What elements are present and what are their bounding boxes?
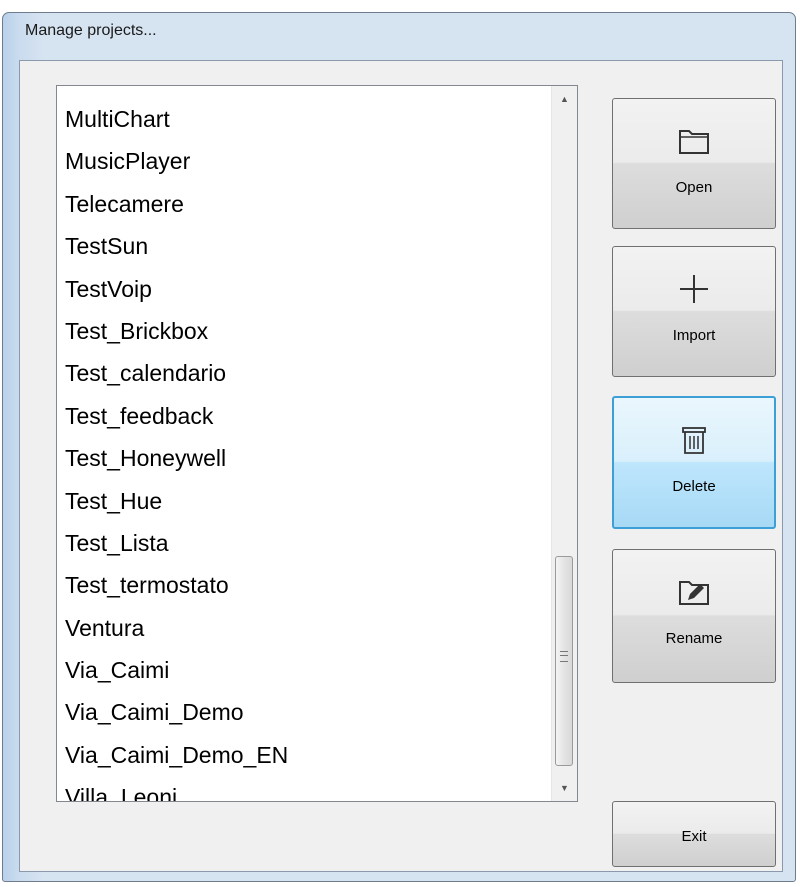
projects-listbox[interactable]: MultiChart MusicPlayer Telecamere TestSun Te… bbox=[56, 85, 578, 802]
import-button[interactable]: Import bbox=[612, 246, 776, 377]
project-list: MultiChart MusicPlayer Telecamere TestSun Te… bbox=[65, 98, 288, 801]
project-list-item[interactable]: MultiChart bbox=[65, 98, 288, 140]
exit-button[interactable]: Exit bbox=[612, 801, 776, 867]
window-title: Manage projects... bbox=[25, 22, 157, 39]
project-list-item[interactable]: Telecamere bbox=[65, 183, 288, 225]
project-list-item[interactable]: Test_feedback bbox=[65, 395, 288, 437]
project-list-item[interactable]: TestVoip bbox=[65, 268, 288, 310]
scrollbar-thumb[interactable] bbox=[555, 556, 573, 766]
folder-edit-icon bbox=[679, 581, 709, 605]
open-button-label: Open bbox=[675, 179, 713, 196]
delete-button[interactable]: Delete bbox=[612, 396, 776, 529]
plus-icon bbox=[680, 275, 708, 303]
project-list-item[interactable]: MusicPlayer bbox=[65, 140, 288, 182]
project-list-item[interactable]: Via_Caimi bbox=[65, 649, 288, 691]
project-list-item[interactable]: Via_Caimi_Demo bbox=[65, 691, 288, 733]
trash-icon bbox=[682, 427, 706, 454]
dialog-body: MultiChart MusicPlayer Telecamere TestSun Te… bbox=[19, 60, 783, 872]
project-list-item[interactable]: Test_Hue bbox=[65, 480, 288, 522]
open-button[interactable]: Open bbox=[612, 98, 776, 229]
scroll-down-arrow-icon[interactable]: ▼ bbox=[552, 775, 577, 801]
project-list-item[interactable]: Test_calendario bbox=[65, 352, 288, 394]
grip-icon bbox=[560, 651, 568, 662]
project-list-item[interactable]: Test_termostato bbox=[65, 564, 288, 606]
project-list-item[interactable]: Test_Lista bbox=[65, 522, 288, 564]
project-list-item[interactable]: TestSun bbox=[65, 225, 288, 267]
project-list-item[interactable]: Via_Caimi_Demo_EN bbox=[65, 734, 288, 776]
rename-button[interactable]: Rename bbox=[612, 549, 776, 683]
exit-button-label: Exit bbox=[681, 828, 707, 845]
manage-projects-window: Manage projects... MultiChart MusicPlayer… bbox=[2, 12, 796, 882]
project-list-item[interactable]: Test_Brickbox bbox=[65, 310, 288, 352]
scroll-up-arrow-icon[interactable]: ▲ bbox=[552, 86, 577, 112]
rename-button-label: Rename bbox=[665, 630, 723, 647]
import-button-label: Import bbox=[672, 327, 716, 344]
delete-button-label: Delete bbox=[672, 478, 716, 495]
folder-icon bbox=[679, 130, 709, 154]
project-list-item[interactable]: Ventura bbox=[65, 607, 288, 649]
title-bar[interactable]: Manage projects... bbox=[3, 13, 795, 59]
project-list-item[interactable]: Test_Honeywell bbox=[65, 437, 288, 479]
project-list-item[interactable]: Villa_Leoni_ bbox=[65, 776, 288, 801]
vertical-scrollbar[interactable]: ▲ ▼ bbox=[551, 86, 577, 801]
